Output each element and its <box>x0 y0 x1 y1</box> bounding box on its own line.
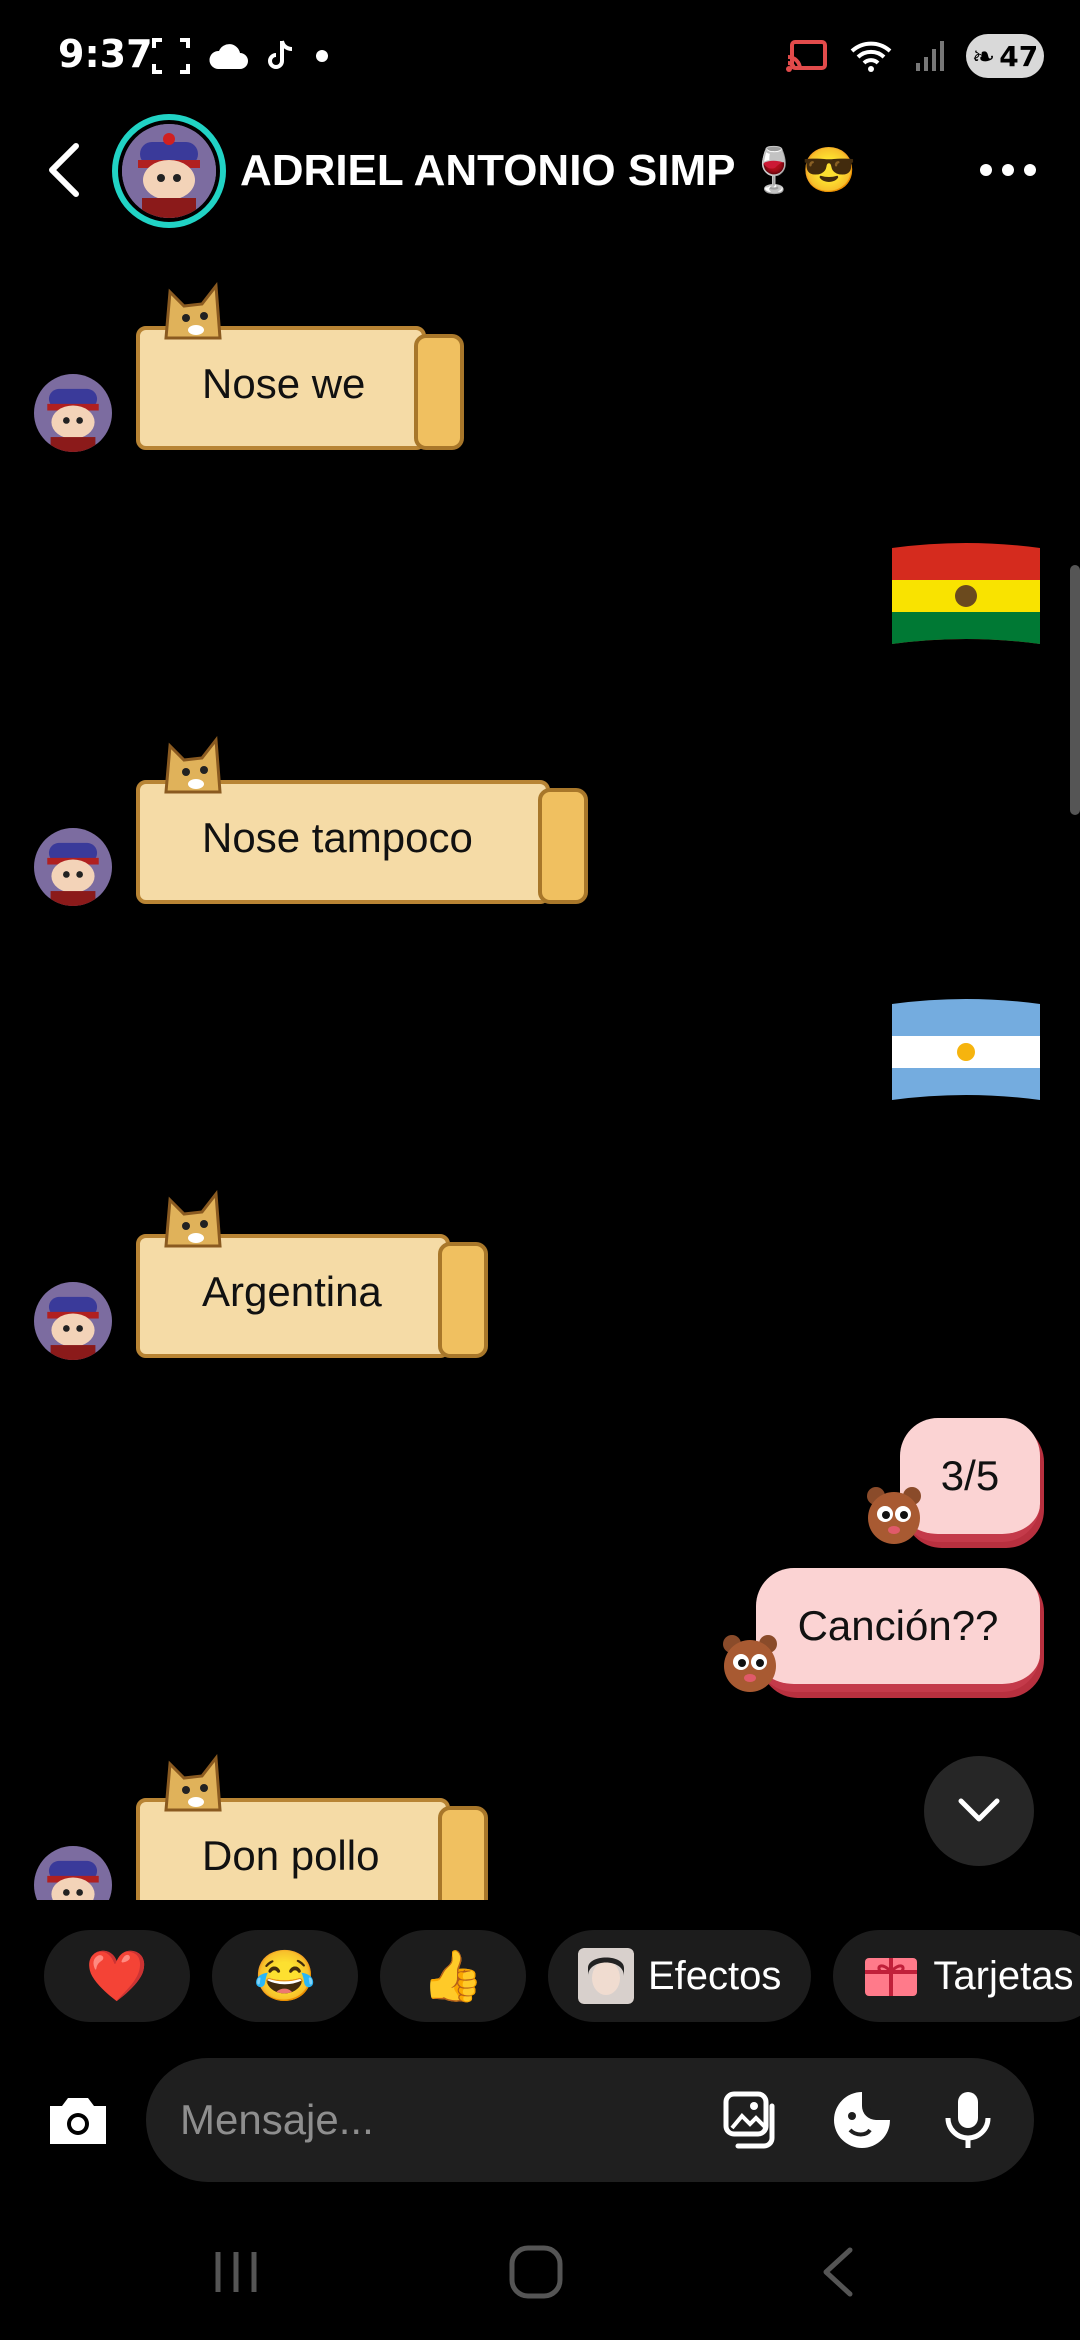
cartoon-avatar-icon <box>34 828 112 906</box>
contact-avatar[interactable] <box>112 114 226 228</box>
chevron-down-icon <box>958 1798 1000 1822</box>
leaf-icon: ❧ <box>971 39 996 73</box>
camera-button[interactable] <box>44 2090 112 2150</box>
signal-icon <box>916 41 944 71</box>
sender-avatar[interactable] <box>34 374 112 452</box>
scrollbar[interactable] <box>1070 565 1080 815</box>
gift-card-icon <box>865 1958 918 1996</box>
message-text: Canción?? <box>797 1602 999 1649</box>
message-text: 3/5 <box>940 1452 1000 1499</box>
status-bar: 9:37 ❧ 47 <box>0 0 1080 116</box>
tiktok-icon <box>268 40 293 69</box>
cloud-icon <box>209 44 248 69</box>
message-input-container <box>146 2058 1034 2182</box>
bear-sticker-icon <box>723 1635 777 1692</box>
thumb-icon <box>438 1242 488 1358</box>
system-navigation-bar <box>0 2220 1080 2320</box>
cartoon-avatar-icon <box>34 374 112 452</box>
message-list[interactable]: Nose we Nose tampoco Argentina 3/5 Canci… <box>0 270 1080 1900</box>
battery-indicator: ❧ 47 <box>966 34 1044 78</box>
thumb-icon <box>538 788 588 904</box>
thumb-icon <box>414 334 464 450</box>
back-button[interactable] <box>40 140 88 200</box>
message-composer <box>0 2050 1080 2190</box>
message-bubble-received[interactable]: Nose tampoco <box>136 736 588 904</box>
message-text: Don pollo <box>202 1832 380 1879</box>
chat-header: ADRIEL ANTONIO SIMP 🍷😎 <box>0 110 1080 230</box>
argentina-flag-icon[interactable] <box>892 998 1040 1106</box>
back-nav-button[interactable] <box>808 2242 872 2302</box>
reaction-heart-button[interactable]: ❤️ <box>44 1930 190 2022</box>
notification-dot-icon <box>316 50 328 62</box>
message-text: Nose we <box>202 360 366 407</box>
cast-icon <box>786 40 827 72</box>
scroll-to-bottom-button[interactable] <box>924 1756 1034 1866</box>
effects-button[interactable]: Efectos <box>548 1930 812 2022</box>
message-input[interactable] <box>180 2090 740 2150</box>
cartoon-avatar-icon <box>34 1846 112 1900</box>
wifi-icon <box>850 41 892 72</box>
more-options-button[interactable] <box>980 150 1040 190</box>
status-time: 9:37 <box>58 32 153 76</box>
message-bubble-received[interactable]: Don pollo <box>136 1754 488 1900</box>
effects-thumbnail-icon <box>578 1948 634 2004</box>
message-bubble-received[interactable]: Argentina <box>136 1190 488 1358</box>
message-text: Argentina <box>202 1268 382 1315</box>
gallery-icon[interactable] <box>720 2088 784 2152</box>
screenshot-icon <box>152 38 190 74</box>
message-bubble-sent[interactable]: Canción?? <box>756 1568 1040 1692</box>
cartoon-avatar-icon <box>122 124 216 218</box>
thumb-icon <box>438 1806 488 1900</box>
contact-name[interactable]: ADRIEL ANTONIO SIMP 🍷😎 <box>240 144 856 196</box>
bear-sticker-icon <box>867 1487 921 1544</box>
doge-icon <box>164 1190 222 1248</box>
cards-button[interactable]: Tarjetas <box>833 1930 1080 2022</box>
microphone-icon[interactable] <box>936 2088 1000 2152</box>
sender-avatar[interactable] <box>34 1846 112 1900</box>
sender-avatar[interactable] <box>34 1282 112 1360</box>
home-button[interactable] <box>504 2242 568 2302</box>
recent-apps-button[interactable] <box>204 2242 268 2302</box>
message-bubble-received[interactable]: Nose we <box>136 282 464 450</box>
doge-icon <box>164 736 222 794</box>
bolivia-flag-icon[interactable] <box>892 542 1040 650</box>
reaction-laugh-button[interactable]: 😂 <box>212 1930 358 2022</box>
sender-avatar[interactable] <box>34 828 112 906</box>
reaction-thumbs-up-button[interactable]: 👍 <box>380 1930 526 2022</box>
doge-icon <box>164 282 222 340</box>
cartoon-avatar-icon <box>34 1282 112 1360</box>
sticker-icon[interactable] <box>830 2088 894 2152</box>
doge-icon <box>164 1754 222 1812</box>
message-text: Nose tampoco <box>202 814 473 861</box>
quick-reactions: ❤️ 😂 👍 Efectos Tarjetas <box>44 1930 1080 2026</box>
